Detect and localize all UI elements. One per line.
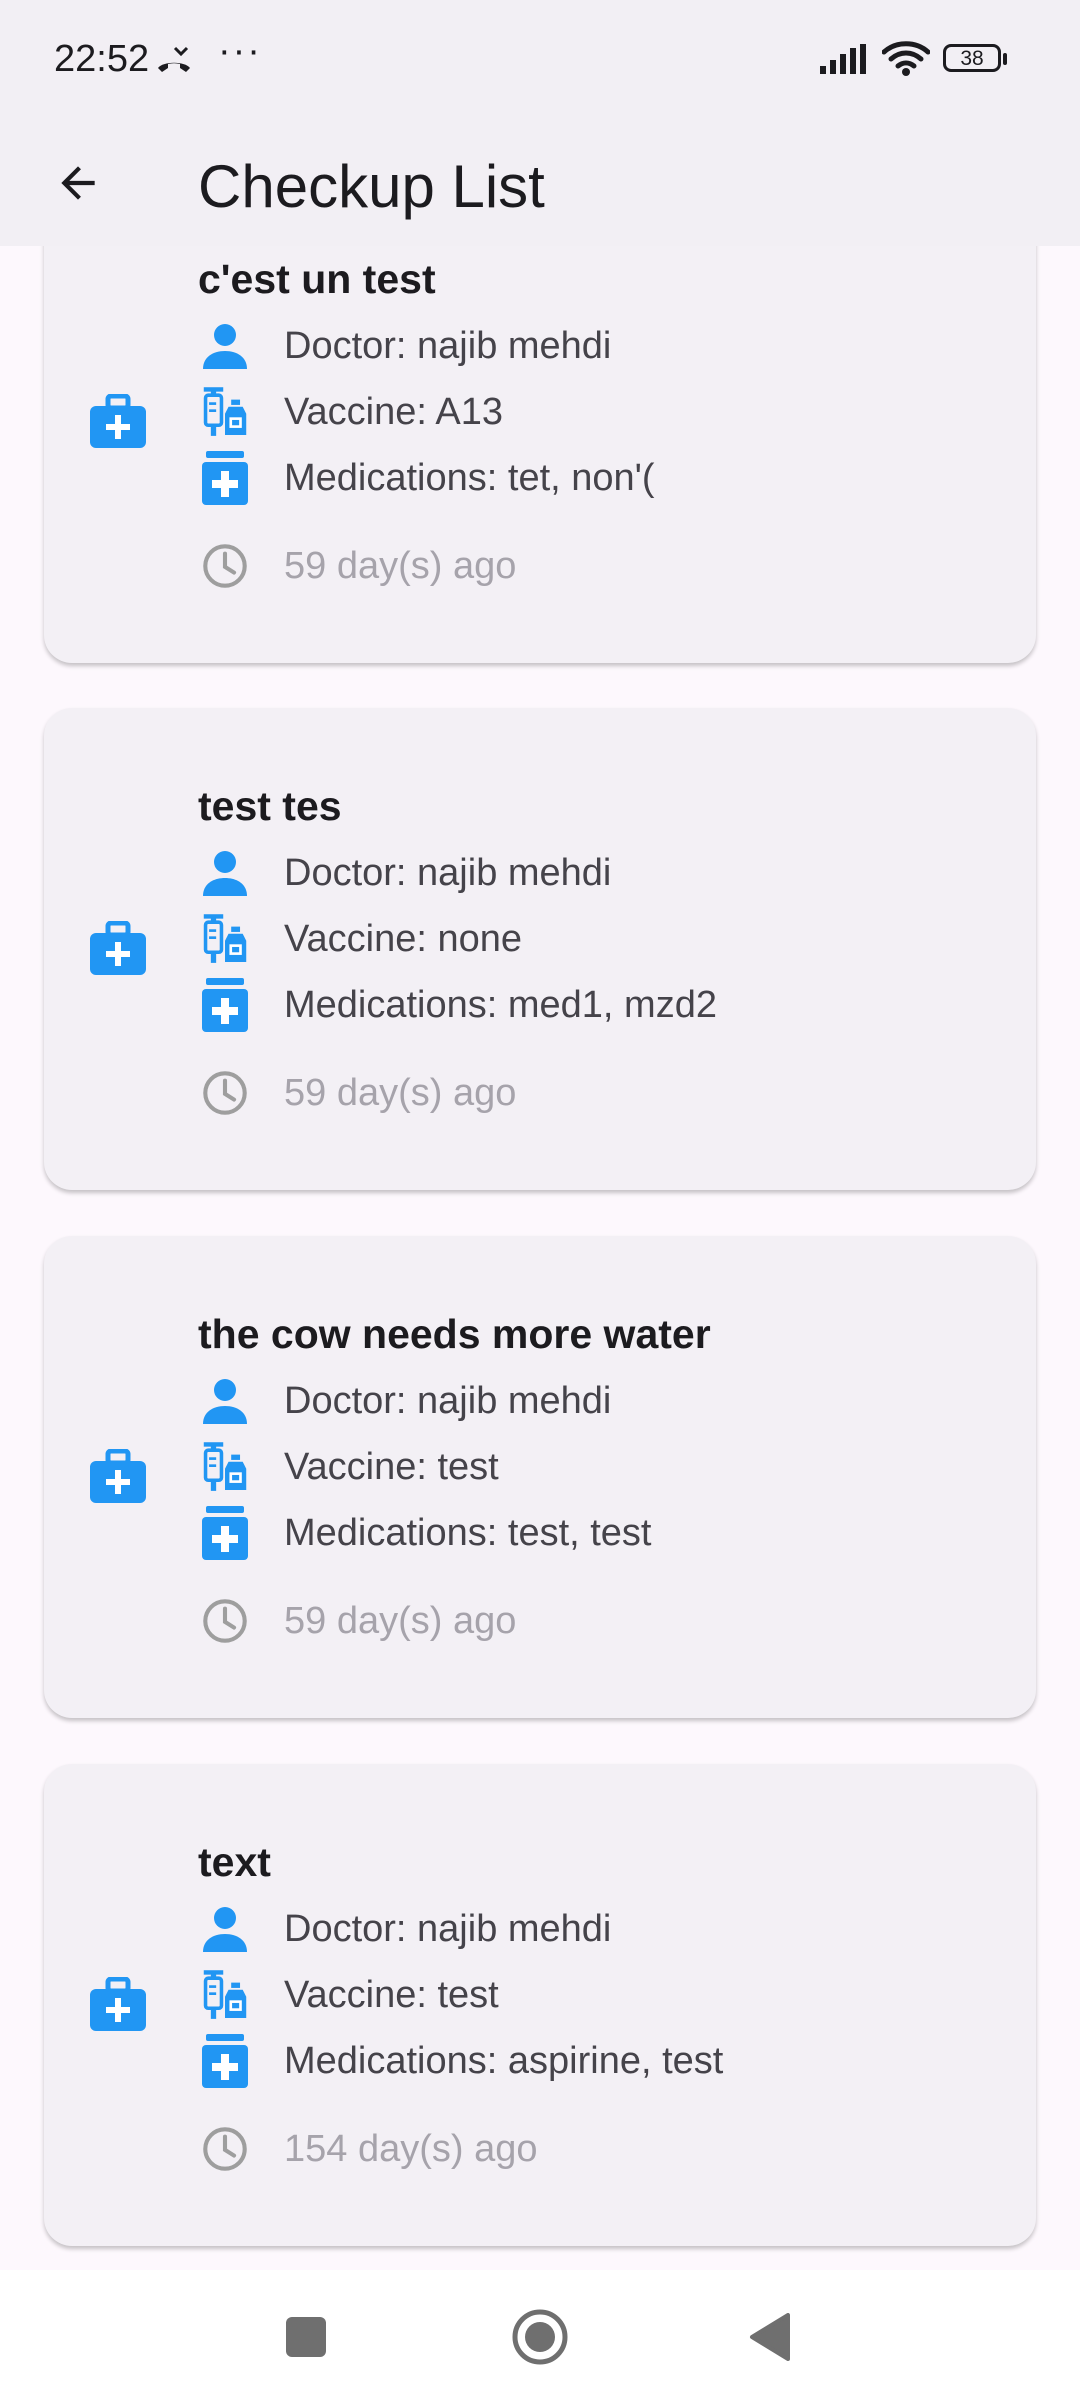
recents-button[interactable] [266, 2302, 346, 2372]
page-title: Checkup List [198, 153, 545, 220]
triangle-back-icon [750, 2313, 790, 2361]
person-icon [202, 850, 248, 896]
medical-kit-icon [90, 1449, 146, 1505]
doctor-label: Doctor: najib mehdi [284, 1907, 612, 1950]
medical-kit-icon [90, 921, 146, 977]
clock-icon [202, 1593, 248, 1649]
status-time: 22:52 [54, 38, 150, 80]
person-icon [202, 1906, 248, 1952]
vaccine-icon [202, 911, 248, 967]
medication-icon [202, 1506, 248, 1560]
doctor-label: Doctor: najib mehdi [284, 324, 612, 367]
vaccine-label: Vaccine: test [284, 1445, 499, 1488]
app-bar: Checkup List [0, 120, 1080, 246]
medications-label: Medications: aspirine, test [284, 2039, 724, 2082]
status-bar: 22:52 ··· 38 [0, 0, 1080, 120]
medications-label: Medications: med1, mzd2 [284, 983, 717, 1026]
wifi-icon [881, 40, 931, 81]
vaccine-icon [202, 1439, 248, 1495]
signal-icon [820, 44, 870, 79]
checkup-card[interactable]: test tes Doctor: najib mehdi Vaccine: no… [44, 708, 1036, 1190]
missed-call-icon [155, 44, 193, 79]
back-button[interactable] [40, 145, 116, 221]
circle-icon [512, 2309, 568, 2365]
vaccine-icon [202, 384, 248, 440]
clock-icon [202, 538, 248, 594]
checkup-card[interactable]: text Doctor: najib mehdi Vaccine: test M… [44, 1764, 1036, 2246]
arrow-back-icon [61, 166, 95, 200]
system-nav-bar [0, 2270, 1080, 2400]
vaccine-icon [202, 1967, 248, 2023]
person-icon [202, 1378, 248, 1424]
clock-icon [202, 2121, 248, 2177]
vaccine-label: Vaccine: A13 [284, 390, 504, 433]
battery-icon: 38 [943, 44, 1007, 74]
checkup-title: the cow needs more water [198, 1311, 711, 1357]
medical-kit-icon [90, 394, 146, 450]
medications-label: Medications: tet, non'( [284, 456, 655, 499]
person-icon [202, 323, 248, 369]
clock-icon [202, 1065, 248, 1121]
home-button[interactable] [500, 2300, 580, 2374]
vaccine-label: Vaccine: test [284, 1973, 499, 2016]
time-ago-label: 59 day(s) ago [284, 1071, 517, 1114]
time-ago-label: 59 day(s) ago [284, 544, 517, 587]
doctor-label: Doctor: najib mehdi [284, 851, 612, 894]
doctor-label: Doctor: najib mehdi [284, 1379, 612, 1422]
checkup-title: text [198, 1839, 271, 1885]
nav-back-button[interactable] [730, 2302, 810, 2372]
battery-level: 38 [960, 47, 984, 70]
time-ago-label: 59 day(s) ago [284, 1599, 517, 1642]
checkup-title: test tes [198, 783, 342, 829]
checkup-list[interactable]: c'est un test Doctor: najib mehdi Vaccin… [0, 246, 1080, 2270]
checkup-card[interactable]: c'est un test Doctor: najib mehdi Vaccin… [44, 246, 1036, 663]
medication-icon [202, 2034, 248, 2088]
medication-icon [202, 978, 248, 1032]
checkup-card[interactable]: the cow needs more water Doctor: najib m… [44, 1236, 1036, 1718]
vaccine-label: Vaccine: none [284, 917, 523, 960]
square-icon [286, 2317, 326, 2357]
medication-icon [202, 451, 248, 505]
checkup-title: c'est un test [198, 256, 436, 302]
medications-label: Medications: test, test [284, 1511, 652, 1554]
time-ago-label: 154 day(s) ago [284, 2127, 538, 2170]
medical-kit-icon [90, 1977, 146, 2033]
more-notifications-icon: ··· [218, 30, 262, 72]
